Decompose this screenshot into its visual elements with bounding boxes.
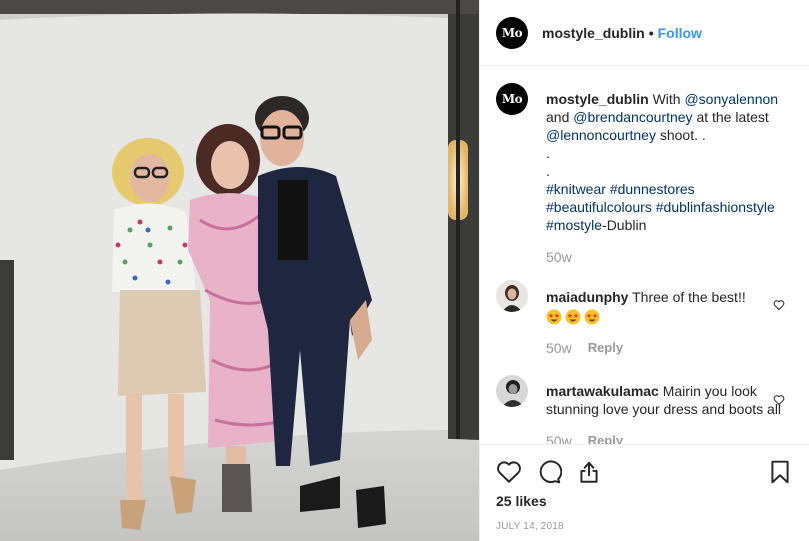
caption-text: With <box>652 91 681 107</box>
hashtag-dublinfashionstyle[interactable]: #dublinfashionstyle <box>656 199 775 215</box>
comment-meta: 50w Reply <box>546 432 793 444</box>
comment-bubble-icon[interactable] <box>536 459 562 485</box>
comment-body: martawakulamac Mairin you look stunning … <box>546 375 793 444</box>
post-header: Mo mostyle_dublin • Follow <box>480 0 809 66</box>
caption-text: at the latest <box>696 109 769 125</box>
comment-item: martawakulamac Mairin you look stunning … <box>496 375 793 444</box>
comment-text: Three of the best!! <box>632 289 746 305</box>
comment-body: maiadunphy Three of the best!! 50w Reply <box>546 280 793 357</box>
instagram-post: Mo mostyle_dublin • Follow Mo mostyle_du… <box>0 0 809 541</box>
hashtag-dunnestores[interactable]: #dunnestores <box>610 181 695 197</box>
avatar[interactable]: Mo <box>496 16 528 49</box>
hashtag-beautifulcolours[interactable]: #beautifulcolours <box>546 199 652 215</box>
comment-username[interactable]: maiadunphy <box>546 289 628 305</box>
caption-avatar[interactable]: Mo <box>496 83 528 115</box>
likes-count[interactable]: 25 likes <box>496 493 793 509</box>
post-photo[interactable] <box>0 0 479 541</box>
like-heart-icon[interactable] <box>496 459 522 485</box>
separator-dot: • <box>648 24 654 41</box>
comments-section[interactable]: Mo mostyle_dublin With @sonyalennon and … <box>480 67 809 444</box>
caption-text: and <box>546 109 570 125</box>
post-side-panel: Mo mostyle_dublin • Follow Mo mostyle_du… <box>479 0 809 541</box>
post-actions: 25 likes JULY 14, 2018 <box>480 444 809 532</box>
photo-image <box>0 0 479 541</box>
comment-meta: 50w Reply <box>546 339 793 357</box>
caption-meta: 50w <box>546 248 793 266</box>
mention-brendancourtney[interactable]: @brendancourtney <box>573 109 692 125</box>
hashtag-knitwear[interactable]: #knitwear <box>546 181 606 197</box>
caption-dot-line: . <box>546 145 550 161</box>
emoji-row <box>546 309 793 325</box>
star-struck-emoji-icon <box>565 309 581 325</box>
comment-item: maiadunphy Three of the best!! 50w Reply <box>496 280 793 357</box>
mention-sonyalennon[interactable]: @sonyalennon <box>684 91 778 107</box>
caption-text: -Dublin <box>602 217 647 233</box>
caption-timestamp[interactable]: 50w <box>546 248 572 266</box>
comment-like-heart-icon[interactable] <box>773 299 785 311</box>
caption-dot-line: . <box>546 163 550 179</box>
caption-username[interactable]: mostyle_dublin <box>546 91 649 107</box>
action-icons <box>496 445 793 499</box>
caption-body: mostyle_dublin With @sonyalennon and @br… <box>546 83 793 266</box>
post-date[interactable]: JULY 14, 2018 <box>496 521 793 532</box>
commenter-avatar[interactable] <box>496 375 528 407</box>
share-icon[interactable] <box>576 459 602 485</box>
star-struck-emoji-icon <box>584 309 600 325</box>
comment-timestamp[interactable]: 50w <box>546 432 572 444</box>
caption: Mo mostyle_dublin With @sonyalennon and … <box>496 83 793 266</box>
caption-text: shoot. . <box>659 127 706 143</box>
mention-lennoncourtney[interactable]: @lennoncourtney <box>546 127 656 143</box>
author-username[interactable]: mostyle_dublin <box>542 25 645 41</box>
comment-timestamp[interactable]: 50w <box>546 339 572 357</box>
commenter-avatar[interactable] <box>496 280 528 312</box>
reply-button[interactable]: Reply <box>588 432 623 444</box>
comment-like-heart-icon[interactable] <box>773 394 785 406</box>
star-struck-emoji-icon <box>546 309 562 325</box>
bookmark-icon[interactable] <box>767 459 793 485</box>
follow-button[interactable]: Follow <box>658 25 702 41</box>
reply-button[interactable]: Reply <box>588 339 623 357</box>
comment-username[interactable]: martawakulamac <box>546 383 659 399</box>
hashtag-mostyle[interactable]: #mostyle <box>546 217 602 233</box>
